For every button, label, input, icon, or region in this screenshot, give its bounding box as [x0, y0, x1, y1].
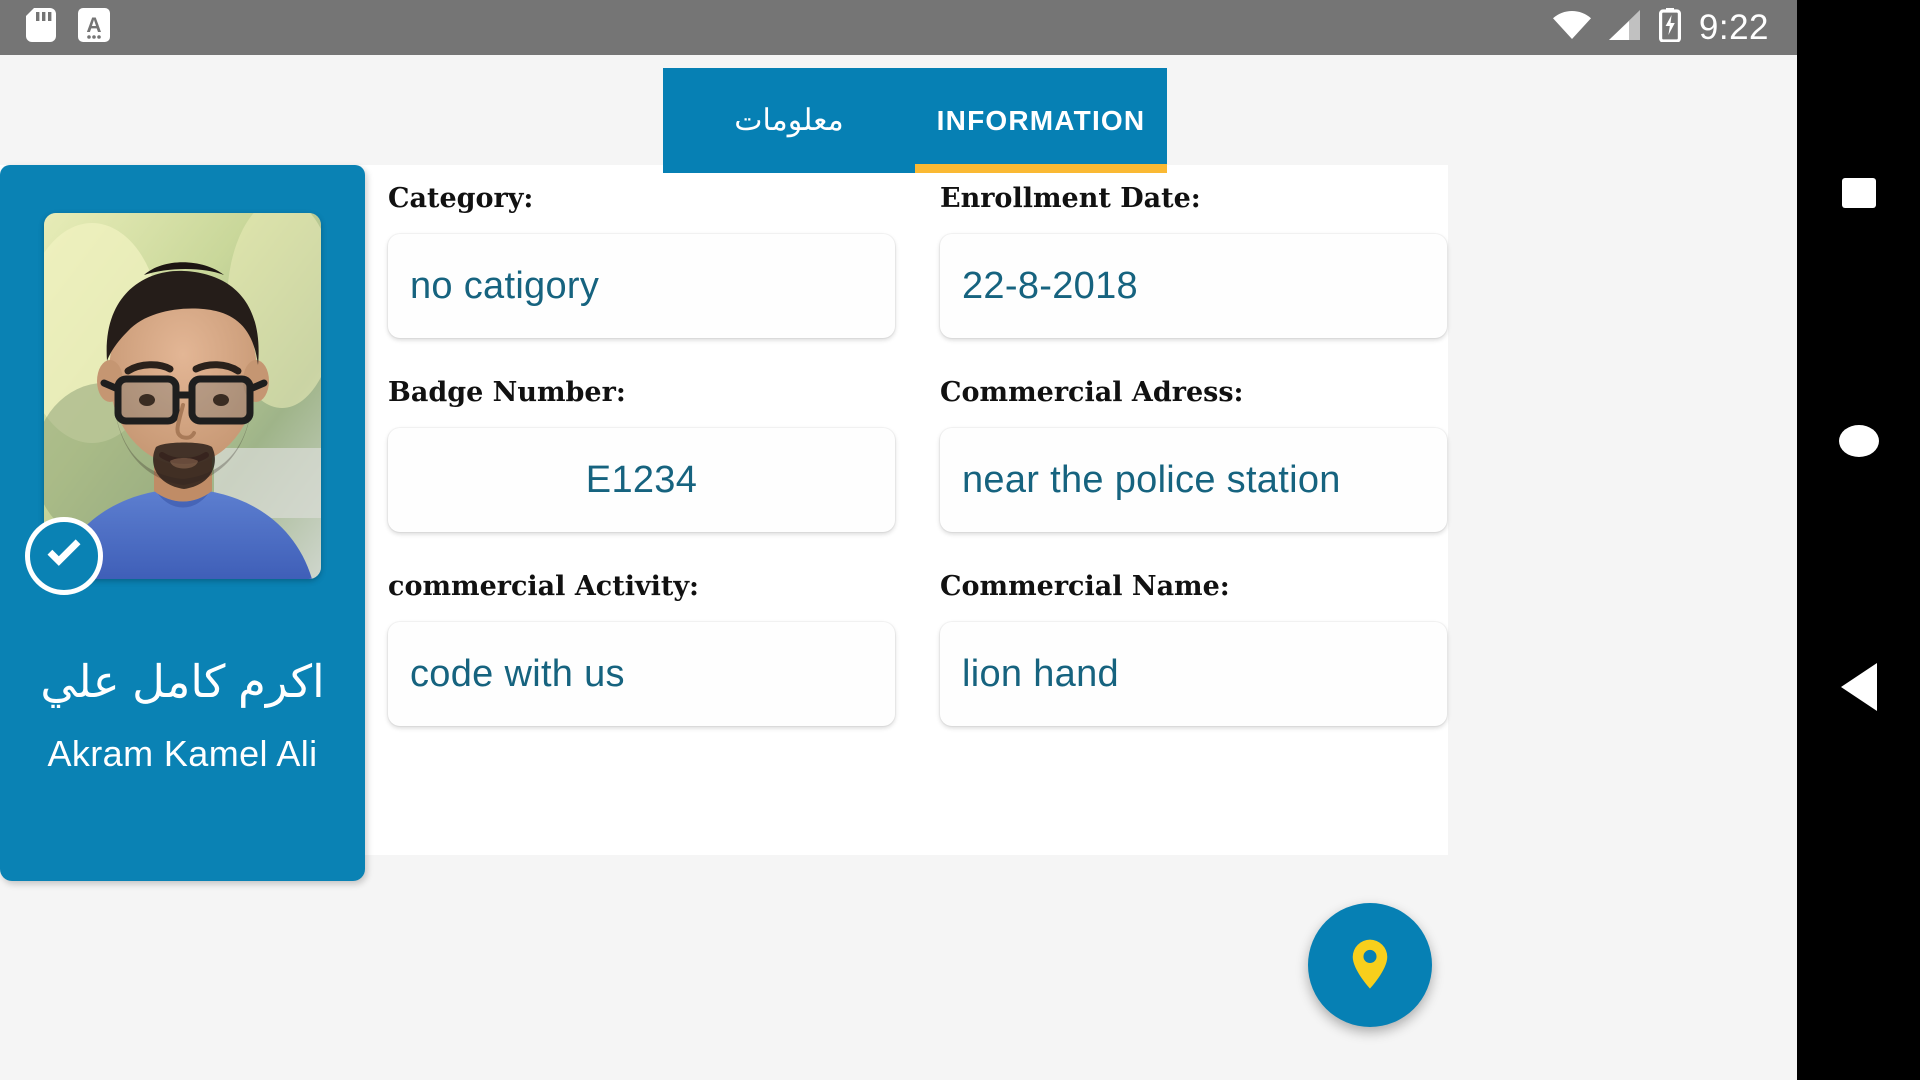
- field-commercial-address: Commercial Adress: near the police stati…: [940, 379, 1448, 573]
- field-label: Commercial Adress:: [940, 377, 1244, 408]
- field-label: Enrollment Date:: [940, 183, 1201, 214]
- home-button-icon[interactable]: [1838, 425, 1879, 457]
- commercial-activity-value-box[interactable]: code with us: [388, 622, 895, 726]
- status-bar-clock: 9:22: [1698, 7, 1769, 47]
- tab-bar: معلومات INFORMATION: [663, 68, 1167, 173]
- profile-name-english: Akram Kamel Ali: [47, 732, 318, 774]
- recents-button-icon[interactable]: [1841, 178, 1876, 208]
- category-value-box[interactable]: no catigory: [388, 234, 895, 338]
- field-label: commercial Activity:: [388, 571, 700, 602]
- android-screen: A 9:22 معلومات INFORMATION Category: no …: [0, 0, 1920, 1080]
- field-label: Badge Number:: [388, 377, 626, 408]
- field-grid: Category: no catigory Enrollment Date: 2…: [388, 165, 1448, 855]
- profile-name-arabic: اكرم كامل علي: [40, 656, 325, 707]
- sd-card-icon: [26, 8, 56, 47]
- field-label: Category:: [388, 183, 534, 214]
- commercial-address-value-box[interactable]: near the police station: [940, 428, 1447, 532]
- status-bar-left-icons: A: [26, 8, 110, 47]
- svg-text:A: A: [86, 14, 101, 37]
- map-pin-icon: [1342, 935, 1398, 996]
- status-bar-right-icons: 9:22: [1552, 7, 1783, 48]
- tab-information-english[interactable]: INFORMATION: [915, 68, 1167, 173]
- field-commercial-activity: commercial Activity: code with us: [388, 573, 940, 767]
- cellular-signal-icon: [1608, 10, 1641, 45]
- field-label: Commercial Name:: [940, 571, 1230, 602]
- field-badge-number: Badge Number: E1234: [388, 379, 940, 573]
- field-value: lion hand: [962, 652, 1119, 695]
- tab-selected-indicator: [915, 164, 1167, 173]
- location-fab-button[interactable]: [1308, 903, 1432, 1027]
- enrollment-date-value-box[interactable]: 22-8-2018: [940, 234, 1447, 338]
- battery-charging-icon: [1658, 8, 1681, 47]
- field-value: E1234: [585, 458, 698, 501]
- tab-label: معلومات: [734, 104, 844, 137]
- keyboard-input-icon: A: [78, 8, 110, 47]
- field-commercial-name: Commercial Name: lion hand: [940, 573, 1448, 767]
- wifi-icon: [1552, 10, 1591, 45]
- android-navigation-bar: [1797, 0, 1920, 1080]
- verified-badge: [25, 517, 103, 595]
- field-category: Category: no catigory: [388, 185, 940, 379]
- badge-number-value-box[interactable]: E1234: [388, 428, 895, 532]
- back-button-icon[interactable]: [1840, 663, 1877, 711]
- status-bar: A 9:22: [0, 0, 1797, 55]
- profile-photo-wrapper: [25, 213, 321, 595]
- field-value: no catigory: [410, 264, 600, 307]
- field-value: near the police station: [962, 458, 1341, 501]
- field-value: code with us: [410, 652, 625, 695]
- commercial-name-value-box[interactable]: lion hand: [940, 622, 1447, 726]
- field-enrollment-date: Enrollment Date: 22-8-2018: [940, 185, 1448, 379]
- profile-id-card: اكرم كامل علي Akram Kamel Ali: [0, 165, 365, 881]
- tab-information-arabic[interactable]: معلومات: [663, 68, 915, 173]
- field-value: 22-8-2018: [962, 264, 1138, 307]
- app-content: معلومات INFORMATION Category: no catigor…: [0, 55, 1797, 1080]
- tab-label: INFORMATION: [936, 104, 1146, 136]
- check-icon: [41, 531, 87, 582]
